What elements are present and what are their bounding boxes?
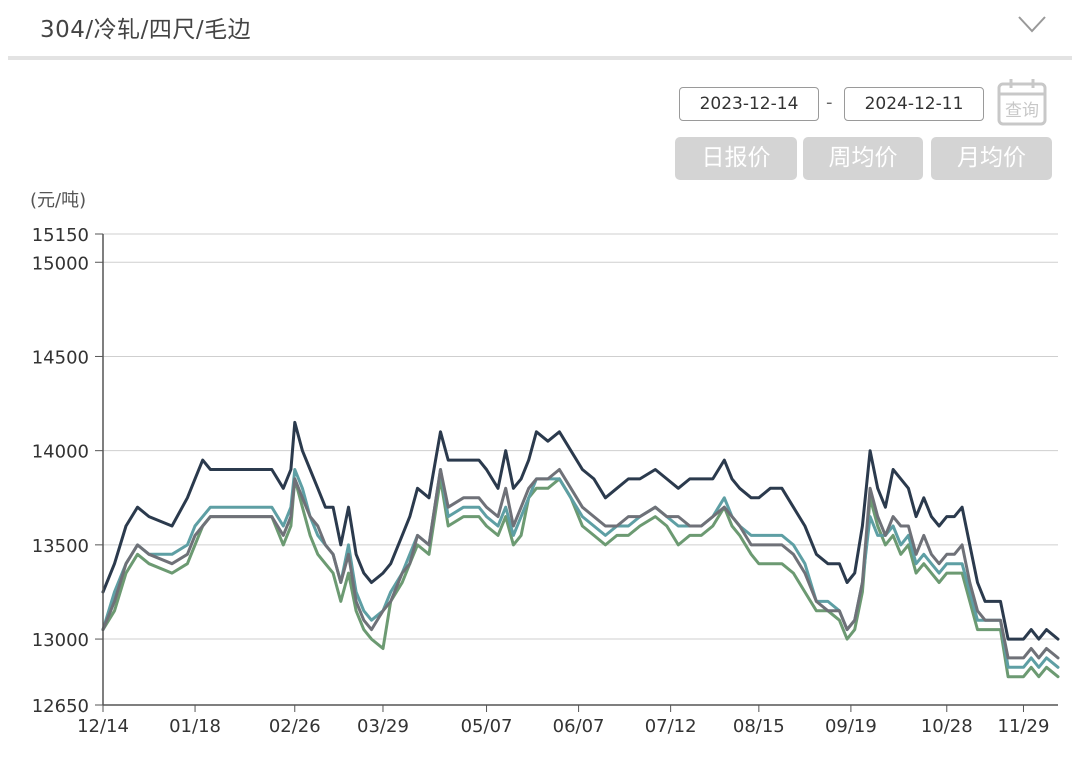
x-tick-label: 12/14 (77, 716, 129, 737)
x-tick-label: 10/28 (921, 716, 973, 737)
start-date-input[interactable] (679, 87, 819, 121)
page-title: 304/冷轧/四尺/毛边 (40, 17, 252, 43)
y-tick-label: 13000 (32, 630, 89, 651)
y-tick-label: 12650 (32, 696, 89, 717)
price-line-chart: 12650 13000 13500 14000 14500 15000 15150 12/1… (32, 225, 1060, 737)
x-tick-label: 06/07 (553, 716, 605, 737)
weekly-average-button[interactable]: 周均价 (803, 137, 923, 180)
calendar-query-icon[interactable]: 查询 (996, 76, 1048, 128)
x-tick-label: 03/29 (357, 716, 409, 737)
y-tick-label: 15000 (32, 253, 89, 274)
x-tick-label: 02/26 (269, 716, 321, 737)
monthly-average-button[interactable]: 月均价 (931, 137, 1052, 180)
series-line-1 (101, 420, 1060, 641)
header: 304/冷轧/四尺/毛边 (0, 0, 1080, 56)
header-divider (8, 56, 1072, 60)
x-tick-label: 11/29 (998, 716, 1050, 737)
daily-price-button[interactable]: 日报价 (675, 137, 797, 180)
y-tick-label: 13500 (32, 536, 89, 557)
x-tick-label: 05/07 (461, 716, 513, 737)
x-tick-label: 07/12 (645, 716, 697, 737)
x-tick-label: 01/18 (169, 716, 221, 737)
query-label: 查询 (1005, 101, 1039, 121)
y-tick-labels: 12650 13000 13500 14000 14500 15000 15150 (32, 225, 89, 717)
y-tick-label: 14000 (32, 442, 89, 463)
x-tick-label: 08/15 (733, 716, 785, 737)
end-date-input[interactable] (844, 87, 984, 121)
y-tick-label: 14500 (32, 347, 89, 368)
series-lines (101, 420, 1060, 679)
y-tick-label: 15150 (32, 225, 89, 246)
date-separator: - (826, 92, 833, 113)
x-tick-labels: 12/14 01/18 02/26 03/29 05/07 06/07 07/12 08/15… (77, 705, 1049, 737)
x-tick-label: 09/19 (825, 716, 877, 737)
chevron-down-icon[interactable] (1016, 12, 1048, 36)
